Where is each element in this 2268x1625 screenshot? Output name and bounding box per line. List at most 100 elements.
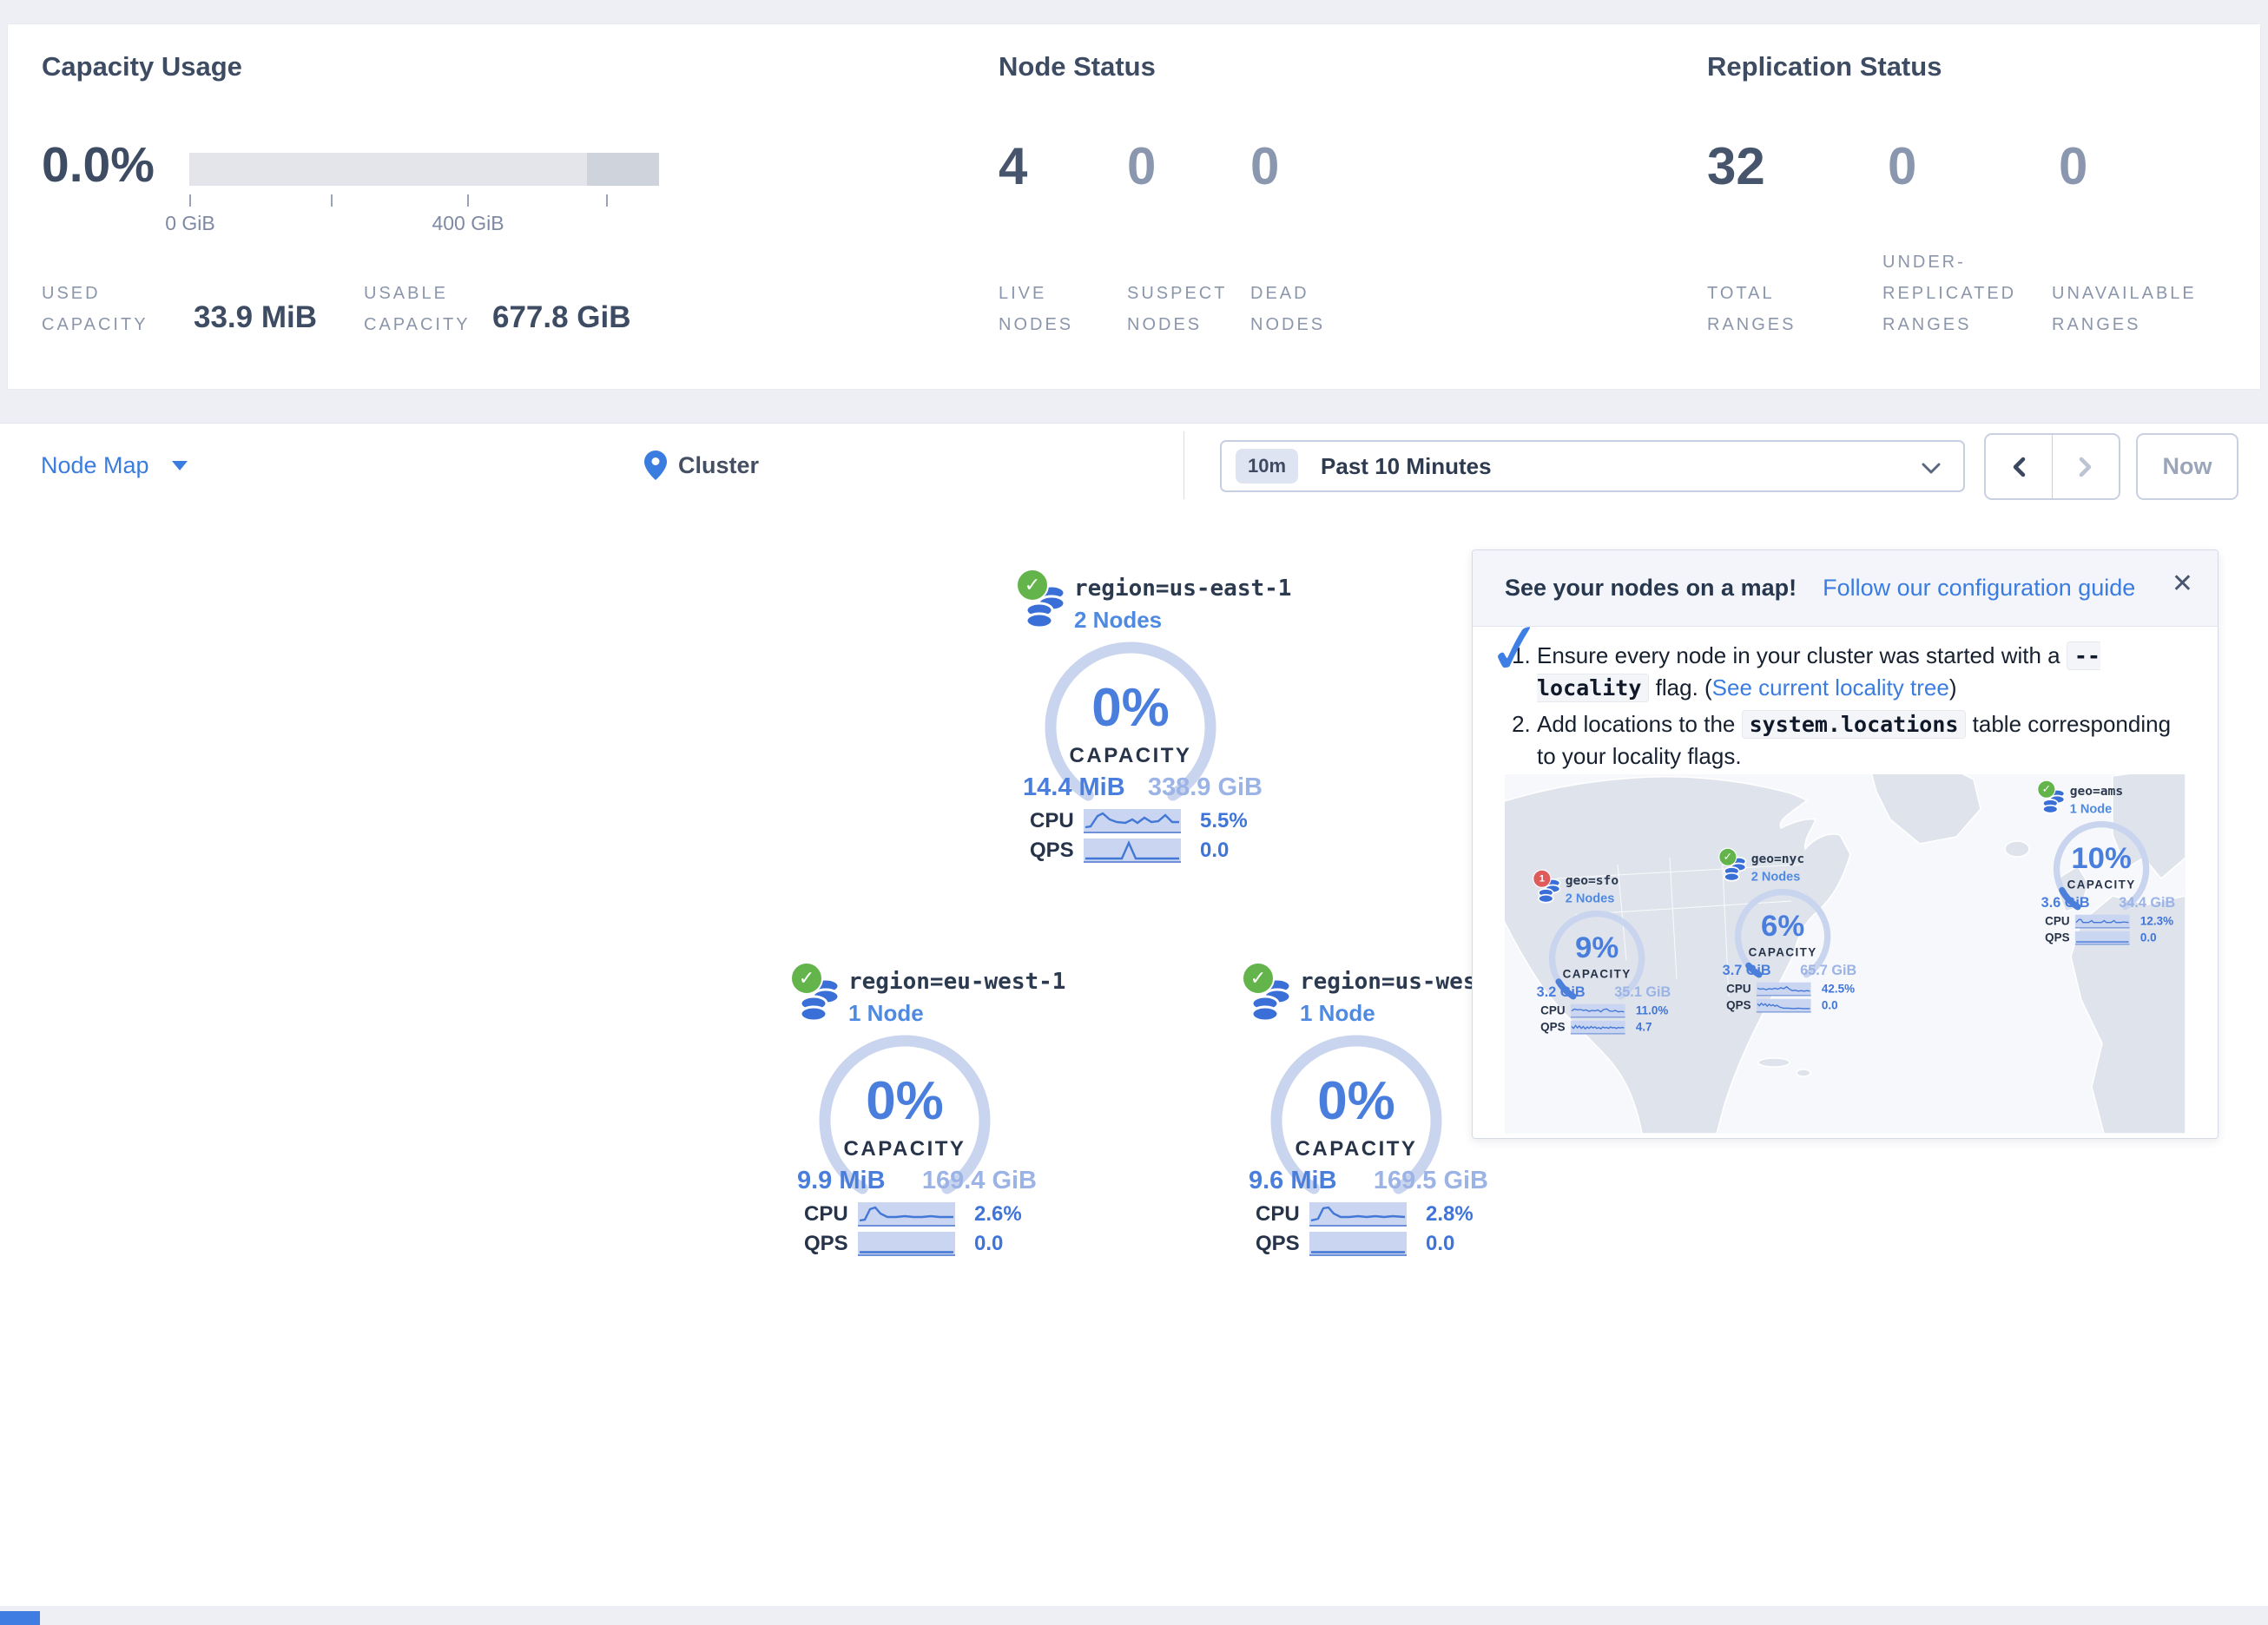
cpu-label: CPU [1726,983,1751,997]
step-complete-check-icon: ✓ [1482,611,1550,688]
total-value: 35.1 GiB [1614,984,1671,1000]
locality-card-us-east-1[interactable]: ✓ region=us-east-1 2 Nodes 0% CAPACITY 1… [999,560,1294,872]
chevron-down-icon [1922,463,1941,475]
capacity-caption: CAPACITY [1261,1137,1452,1161]
used-value: 3.6 GiB [2041,895,2090,911]
view-selector-label: Node Map [41,452,149,479]
capacity-percent: 0% [1035,681,1226,735]
qps-sparkline [1084,839,1181,863]
node-count-link[interactable]: 2 Nodes [1074,607,1162,634]
used-value: 9.6 MiB [1249,1167,1337,1195]
breadcrumb-cluster[interactable]: Cluster [644,424,759,507]
instruction-step-1: Ensure every node in your cluster was st… [1537,640,2188,704]
total-value: 169.4 GiB [922,1167,1037,1195]
cpu-value: 11.0% [1636,1004,1668,1018]
used-value: 3.7 GiB [1723,963,1771,978]
map-pin-icon [644,451,667,480]
node-status-title: Node Status [999,51,1156,82]
capacity-caption: CAPACITY [2048,878,2155,892]
suspect-nodes-value: 0 [1127,141,1156,193]
node-count-link[interactable]: 2 Nodes [1566,891,1615,905]
qps-label: QPS [804,1232,849,1256]
cpu-sparkline [1309,1202,1407,1227]
node-count-link[interactable]: 1 Node [2070,801,2113,816]
node-count-link[interactable]: 2 Nodes [1751,869,1801,884]
axis-tick [467,194,469,207]
view-selector-node-map[interactable]: Node Map [41,424,188,507]
cpu-value: 42.5% [1822,983,1855,997]
total-value: 338.9 GiB [1148,773,1263,802]
capacity-percent: 10% [2048,843,2155,873]
under-replicated-ranges-value: 0 [1888,141,1916,193]
time-range-dropdown[interactable]: 10m Past 10 Minutes [1220,440,1965,492]
capacity-usage-title: Capacity Usage [42,51,242,82]
total-value: 34.4 GiB [2119,895,2175,911]
cpu-value: 12.3% [2140,915,2173,929]
cpu-value: 5.5% [1200,809,1248,833]
step-forward-button[interactable] [2053,435,2119,498]
locality-card-eu-west-1[interactable]: ✓ region=eu-west-1 1 Node 0% CAPACITY 9.… [773,953,1068,1266]
breadcrumb-label: Cluster [678,452,759,479]
qps-value: 0.0 [2140,931,2157,945]
qps-label: QPS [1030,839,1075,863]
instruction-step-2: Add locations to the system.locations ta… [1537,708,2188,773]
close-icon[interactable]: ✕ [2172,571,2193,597]
total-value: 65.7 GiB [1800,963,1856,978]
capacity-caption: CAPACITY [809,1137,1000,1161]
node-count-link[interactable]: 1 Node [848,1000,924,1027]
usable-capacity-label: USABLE CAPACITY [364,278,494,340]
total-ranges-value: 32 [1707,141,1765,193]
used-value: 9.9 MiB [797,1167,886,1195]
qps-label: QPS [1726,999,1751,1013]
usable-capacity-value: 677.8 GiB [492,300,631,335]
cpu-label: CPU [1256,1202,1301,1227]
qps-value: 0.0 [974,1232,1003,1256]
status-error-badge: 1 [1533,870,1551,888]
popup-instructions: Ensure every node in your cluster was st… [1473,626,2218,777]
status-ok-icon: ✓ [2037,780,2055,799]
qps-label: QPS [1256,1232,1301,1256]
capacity-usage-percent: 0.0% [42,141,155,190]
now-button[interactable]: Now [2136,433,2238,500]
live-nodes-value: 4 [999,141,1027,193]
cpu-label: CPU [804,1202,849,1227]
unavailable-ranges-label: UNAVAILABLE RANGES [2052,278,2217,340]
locality-label: region=us-east-1 [1074,576,1291,602]
used-capacity-label: USED CAPACITY [42,278,163,340]
capacity-percent: 6% [1730,911,1836,941]
node-count-link[interactable]: 1 Node [1300,1000,1375,1027]
locality-label: geo=sfo [1566,873,1619,888]
capacity-percent: 0% [809,1075,1000,1128]
qps-sparkline [1757,999,1811,1013]
axis-tick [331,194,333,207]
locality-label: region=eu-west-1 [848,969,1065,995]
time-step-buttons [1984,433,2120,500]
unavailable-ranges-value: 0 [2059,141,2087,193]
map-toolbar: Node Map Cluster 10m Past 10 Minutes [0,423,2268,508]
total-value: 169.5 GiB [1374,1167,1488,1195]
chevron-left-icon [2011,457,2027,477]
configuration-guide-link[interactable]: Follow our configuration guide [1823,575,2135,602]
locality-tree-link[interactable]: See current locality tree [1712,674,1949,701]
world-map-preview: 1 geo=sfo 2 Nodes [1505,774,2186,1134]
cpu-label: CPU [1030,809,1075,833]
live-nodes-label: LIVE NODES [999,278,1111,340]
total-ranges-label: TOTAL RANGES [1707,278,1855,340]
qps-value: 4.7 [1636,1021,1652,1035]
capacity-usage-bar [189,153,659,186]
cpu-sparkline [1084,809,1181,833]
used-capacity-value: 33.9 MiB [194,300,317,335]
caret-down-icon [172,461,188,470]
replication-status-title: Replication Status [1707,51,1942,82]
cpu-value: 2.8% [1426,1202,1474,1227]
dead-nodes-value: 0 [1250,141,1279,193]
cluster-overview-page: Capacity Usage 0.0% 0 GiB 400 GiB USED C… [0,0,2268,1625]
time-range-label: Past 10 Minutes [1321,453,1492,480]
under-replicated-ranges-label: UNDER-REPLICATED RANGES [1882,247,2043,340]
step-back-button[interactable] [1986,435,2053,498]
suspect-nodes-label: SUSPECT NODES [1127,278,1240,340]
locality-label: geo=ams [2070,784,2123,799]
qps-label: QPS [1540,1021,1566,1035]
cpu-sparkline [2075,915,2130,929]
popup-title: See your nodes on a map! [1505,575,1797,602]
